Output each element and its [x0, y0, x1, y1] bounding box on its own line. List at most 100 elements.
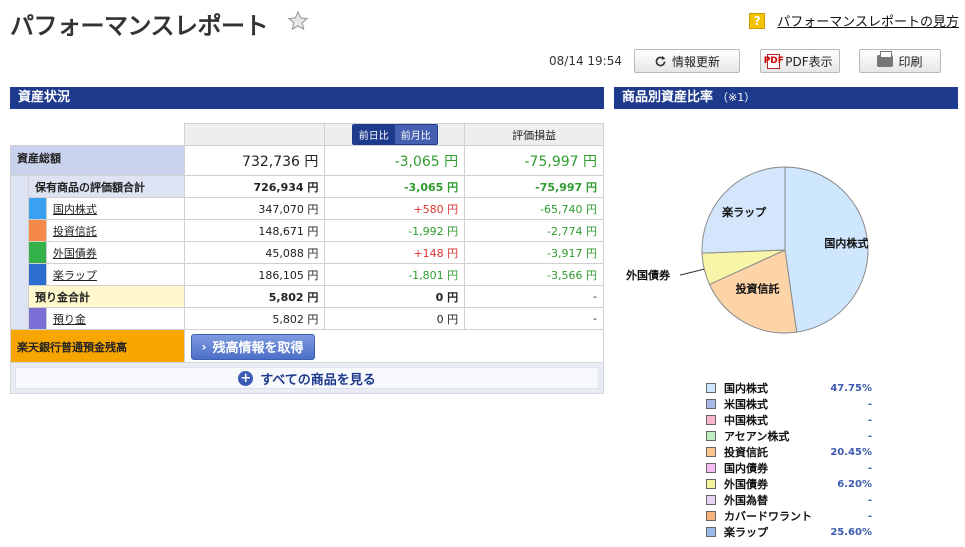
- item-value: 148,671 円: [183, 219, 326, 242]
- legend-value: -: [867, 414, 872, 426]
- pie-slice-label: 国内株式: [824, 236, 868, 250]
- legend-item: 外国為替 -: [706, 492, 872, 508]
- total-assets-row: 資産総額 732,736 円 -3,065 円 -75,997 円: [10, 145, 604, 176]
- item-change: 0 円: [324, 307, 466, 330]
- bank-balance-row: 楽天銀行普通預金残高 残高情報を取得: [10, 329, 605, 364]
- total-assets-pl: -75,997 円: [464, 145, 604, 176]
- deposit-total-change: 0 円: [324, 285, 466, 308]
- get-balance-label: 残高情報を取得: [212, 341, 304, 356]
- total-assets-change: -3,065 円: [324, 145, 466, 176]
- item-link-raku-wrap[interactable]: 楽ラップ: [53, 269, 97, 282]
- item-color-swatch: [27, 197, 47, 220]
- legend-swatch: [706, 415, 716, 425]
- refresh-label: 情報更新: [671, 54, 720, 69]
- table-header-row: 前日比 前月比 評価損益: [10, 123, 604, 146]
- col-header-pl: 評価損益: [464, 123, 604, 146]
- legend-value: 6.20%: [837, 478, 872, 490]
- legend-swatch: [706, 431, 716, 441]
- item-value: 186,105 円: [183, 263, 326, 286]
- legend-value: -: [867, 398, 872, 410]
- pie-legend: 国内株式 47.75% 米国株式 - 中国株式 - アセアン株式 - 投資信託 20.45% 国内債…: [706, 380, 872, 540]
- legend-name: 国内株式: [724, 382, 768, 395]
- item-color-swatch: [27, 219, 47, 242]
- get-balance-button[interactable]: 残高情報を取得: [190, 333, 315, 360]
- plus-circle-icon: +: [238, 370, 254, 386]
- legend-swatch: [706, 511, 716, 521]
- pie-slice-label: 外国債券: [625, 268, 671, 282]
- asset-ratio-header: 商品別資産比率 （※1）: [614, 87, 958, 109]
- help-link[interactable]: パフォーマンスレポートの見方: [777, 11, 959, 30]
- pdf-icon: PDF: [764, 53, 784, 69]
- item-link-deposit[interactable]: 預り金: [53, 313, 86, 326]
- legend-item: 投資信託 20.45%: [706, 444, 872, 460]
- holdings-change: -3,065 円: [324, 175, 466, 198]
- print-button[interactable]: 印刷: [859, 49, 941, 73]
- table-row: 楽ラップ 186,105 円 -1,801 円 -3,566 円: [10, 263, 604, 286]
- pdf-button[interactable]: PDF PDF表示: [760, 49, 840, 73]
- table-row: 預り金 5,802 円 0 円 -: [10, 307, 604, 330]
- favorite-star-icon[interactable]: [287, 10, 309, 32]
- pie-leader-line: [679, 268, 705, 276]
- item-change: +580 円: [324, 197, 466, 220]
- legend-name: アセアン株式: [724, 430, 790, 443]
- legend-value: -: [867, 430, 872, 442]
- deposit-total-value: 5,802 円: [183, 285, 326, 308]
- bank-balance-label: 楽天銀行普通預金残高: [10, 329, 185, 364]
- item-value: 347,070 円: [183, 197, 326, 220]
- deposit-total-pl: -: [464, 285, 604, 308]
- item-link-investment-trust[interactable]: 投資信託: [53, 225, 97, 238]
- legend-name: 投資信託: [724, 446, 768, 459]
- help-icon[interactable]: ?: [749, 12, 766, 29]
- item-link-domestic-stock[interactable]: 国内株式: [53, 203, 97, 216]
- legend-item: 国内債券 -: [706, 460, 872, 476]
- legend-swatch: [706, 479, 716, 489]
- legend-value: 20.45%: [830, 446, 872, 458]
- legend-item: 国内株式 47.75%: [706, 380, 872, 396]
- total-assets-value: 732,736 円: [183, 145, 326, 176]
- item-link-foreign-bond[interactable]: 外国債券: [53, 247, 97, 260]
- update-timestamp: 08/14 19:54: [549, 54, 622, 68]
- refresh-button[interactable]: 情報更新: [634, 49, 740, 73]
- legend-value: -: [867, 494, 872, 506]
- item-pl: -: [464, 307, 604, 330]
- refresh-icon: [655, 55, 666, 66]
- item-pl: -3,566 円: [464, 263, 604, 286]
- item-color-swatch: [27, 241, 47, 264]
- toggle-day-compare[interactable]: 前日比: [352, 125, 395, 144]
- legend-name: 米国株式: [724, 398, 768, 411]
- legend-name: 楽ラップ: [724, 526, 768, 539]
- item-change: +148 円: [324, 241, 466, 264]
- legend-name: 中国株式: [724, 414, 768, 427]
- item-pl: -3,917 円: [464, 241, 604, 264]
- print-label: 印刷: [898, 54, 923, 69]
- item-change: -1,992 円: [324, 219, 466, 242]
- all-products-bar: + すべての商品を見る: [10, 362, 604, 394]
- all-products-button[interactable]: + すべての商品を見る: [15, 367, 599, 389]
- legend-item: カバードワラント -: [706, 508, 872, 524]
- legend-value: -: [867, 510, 872, 522]
- legend-name: 国内債券: [724, 462, 768, 475]
- item-value: 5,802 円: [183, 307, 326, 330]
- legend-value: 47.75%: [830, 382, 872, 394]
- toggle-month-compare[interactable]: 前月比: [394, 125, 437, 144]
- asset-ratio-note: （※1）: [717, 91, 756, 104]
- holdings-label: 保有商品の評価額合計: [27, 175, 185, 198]
- asset-status-header: 資産状況: [10, 87, 604, 109]
- legend-swatch: [706, 447, 716, 457]
- pie-slice-label: 投資信託: [736, 281, 780, 295]
- legend-swatch: [706, 383, 716, 393]
- legend-swatch: [706, 495, 716, 505]
- asset-ratio-pie-chart: 国内株式投資信託 外国債券 楽ラップ: [625, 166, 869, 334]
- pie-slice-label: 楽ラップ: [721, 205, 767, 219]
- help-area: ? パフォーマンスレポートの見方: [749, 11, 959, 30]
- holdings-pl: -75,997 円: [464, 175, 604, 198]
- toolbar: 08/14 19:54 情報更新 PDF PDF表示 印刷: [0, 49, 965, 75]
- asset-table: 前日比 前月比 評価損益 資産総額 732,736 円 -3,065 円 -75,…: [10, 123, 605, 364]
- holdings-row: 保有商品の評価額合計 726,934 円 -3,065 円 -75,997 円: [10, 175, 604, 198]
- table-row: 投資信託 148,671 円 -1,992 円 -2,774 円: [10, 219, 604, 242]
- item-pl: -65,740 円: [464, 197, 604, 220]
- item-value: 45,088 円: [183, 241, 326, 264]
- legend-item: 米国株式 -: [706, 396, 872, 412]
- item-color-swatch: [27, 307, 47, 330]
- legend-swatch: [706, 399, 716, 409]
